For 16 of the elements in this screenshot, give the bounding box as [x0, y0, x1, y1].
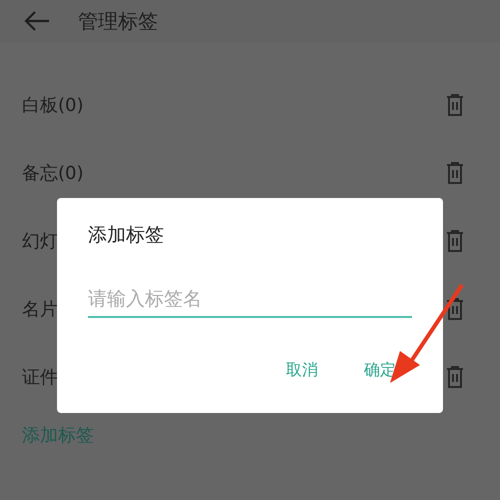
tag-name[interactable]: 备忘(0)	[22, 161, 84, 185]
trash-icon[interactable]	[446, 94, 464, 116]
back-icon[interactable]	[24, 11, 50, 31]
dialog-title: 添加标签	[88, 223, 165, 248]
trash-icon[interactable]	[446, 298, 464, 320]
input-field[interactable]: 请输入标签名	[88, 288, 412, 318]
tag-name[interactable]: 白板(0)	[22, 93, 84, 117]
trash-icon[interactable]	[446, 162, 464, 184]
page-title: 管理标签	[78, 8, 158, 34]
tag-name[interactable]: 证件	[22, 365, 58, 389]
trash-icon[interactable]	[446, 230, 464, 252]
tag-name[interactable]: 幻灯	[22, 229, 58, 253]
dialog-button[interactable]: 取消	[282, 356, 322, 385]
tag-name[interactable]: 名片	[22, 297, 58, 321]
dialog-button[interactable]: 确定	[360, 356, 400, 385]
trash-icon[interactable]	[446, 366, 464, 388]
